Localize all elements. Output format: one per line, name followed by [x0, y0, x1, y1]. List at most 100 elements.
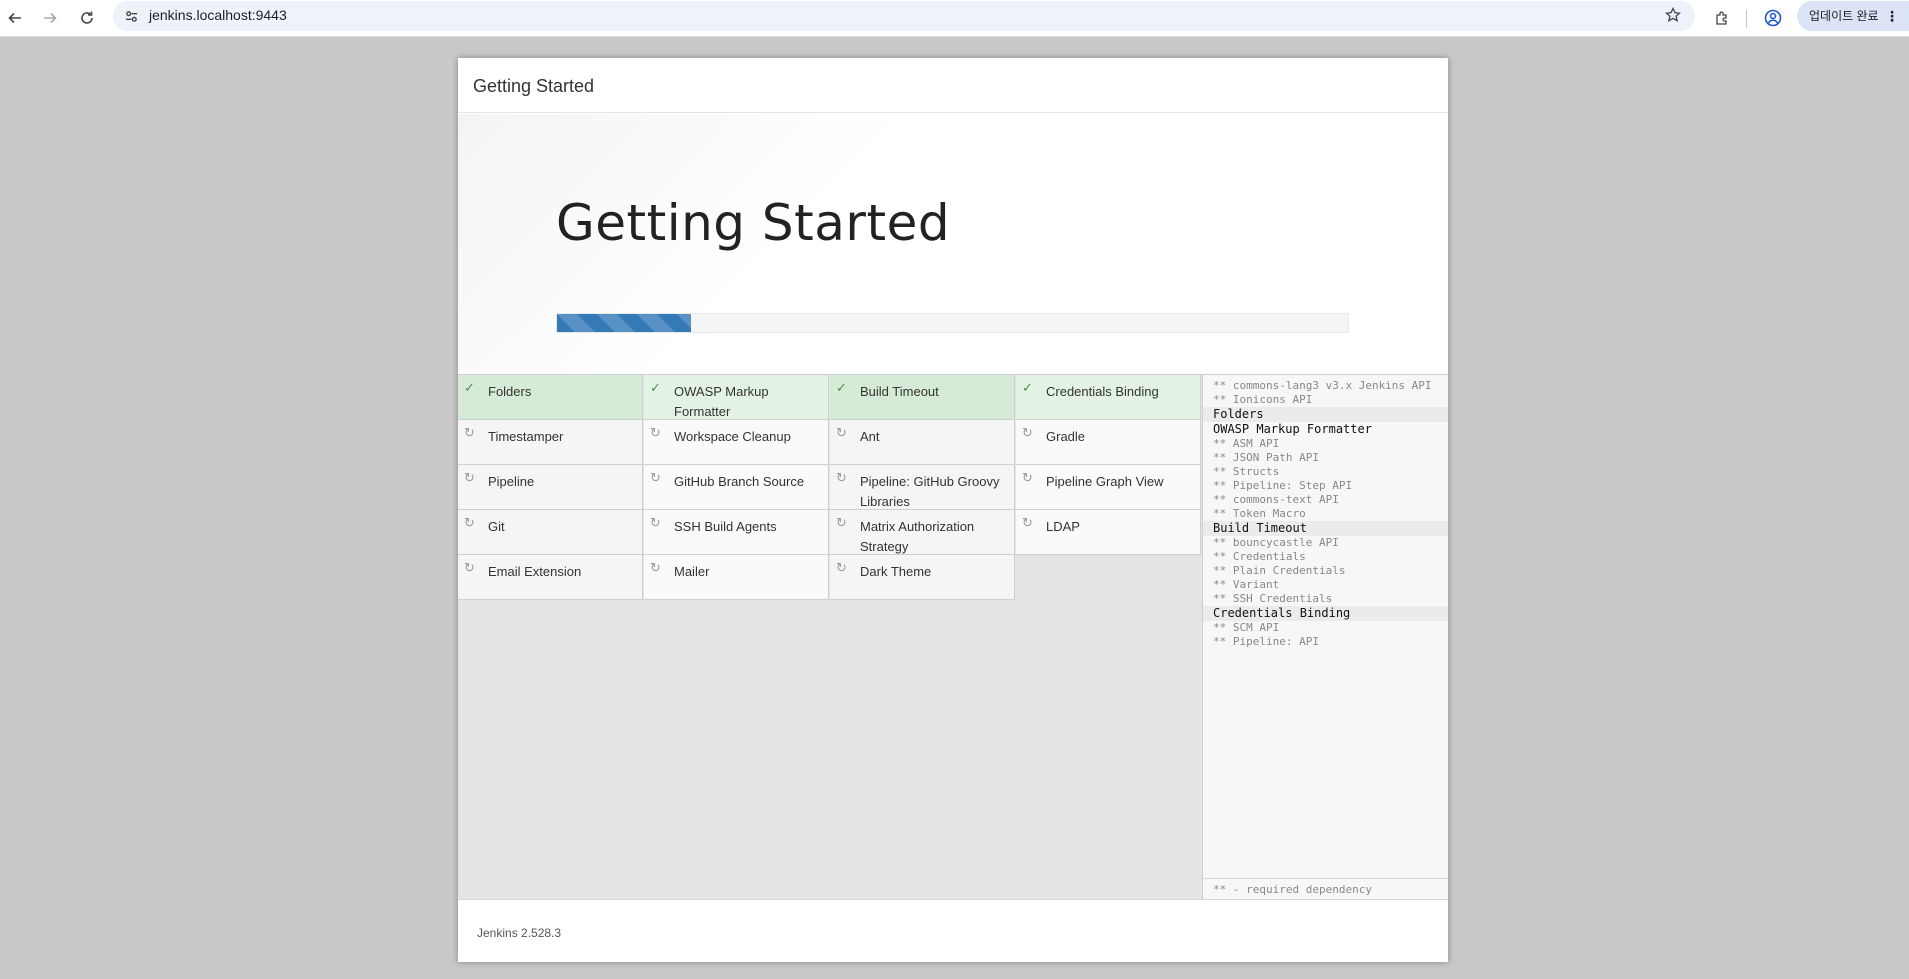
progress-bar — [556, 313, 1349, 333]
spinner-icon: ↻ — [836, 560, 847, 575]
log-dependency-line: ** SCM API — [1213, 621, 1280, 634]
url-text[interactable]: jenkins.localhost:9443 — [149, 7, 287, 23]
spinner-icon: ↻ — [836, 425, 847, 440]
plugin-name: Credentials Binding — [1046, 384, 1159, 399]
plugin-item: ↻ Workspace Cleanup — [644, 420, 829, 465]
plugin-name: Pipeline — [488, 474, 535, 489]
install-log-panel: ** commons-lang3 v3.x Jenkins API ** Ioni… — [1202, 375, 1448, 900]
plugin-name: GitHub Branch Source — [674, 474, 805, 489]
plugin-name: Mailer — [674, 564, 710, 579]
more-icon[interactable]: ⋮ — [1885, 1, 1899, 31]
plugin-item: ↻ LDAP — [1016, 510, 1201, 555]
plugin-name: Pipeline: GitHub Groovy Libraries — [860, 474, 1000, 509]
log-dependency-line: ** SSH Credentials — [1213, 592, 1333, 605]
plugin-name: Pipeline Graph View — [1046, 474, 1164, 489]
plugin-item: ↻ Pipeline Graph View — [1016, 465, 1201, 510]
log-dependency-line: ** bouncycastle API — [1213, 536, 1339, 549]
spinner-icon: ↻ — [464, 425, 475, 440]
spinner-icon: ↻ — [836, 470, 847, 485]
plugin-name: Matrix Authorization Strategy — [860, 519, 975, 554]
plugin-name: Workspace Cleanup — [674, 429, 791, 444]
log-dependency-line: ** Pipeline: Step API — [1213, 479, 1353, 492]
log-dependency-line: ** Token Macro — [1213, 507, 1306, 520]
checkmark-icon: ✓ — [464, 380, 475, 395]
log-plugin-line: OWASP Markup Formatter — [1213, 422, 1372, 436]
plugin-name: SSH Build Agents — [674, 519, 777, 534]
spinner-icon: ↻ — [650, 515, 661, 530]
spinner-icon: ↻ — [464, 560, 475, 575]
plugin-name: Folders — [488, 384, 532, 399]
log-plugin-line: Folders — [1203, 407, 1448, 422]
forward-arrow-icon[interactable] — [37, 5, 63, 31]
plugin-item: ↻ Pipeline: GitHub Groovy Libraries — [830, 465, 1015, 510]
plugin-item: ↻ Timestamper — [458, 420, 643, 465]
spinner-icon: ↻ — [464, 515, 475, 530]
plugin-name: Email Extension — [488, 564, 582, 579]
plugin-name: LDAP — [1046, 519, 1080, 534]
log-dependency-line: ** JSON Path API — [1213, 451, 1319, 464]
reload-icon[interactable] — [74, 5, 100, 31]
jenkins-version: Jenkins 2.528.3 — [477, 926, 562, 940]
log-dependency-line: ** Credentials — [1213, 550, 1306, 563]
plugin-item: ↻ Dark Theme — [830, 555, 1015, 600]
plugin-item: ↻ Gradle — [1016, 420, 1201, 465]
update-button-label: 업데이트 완료 — [1809, 9, 1879, 23]
plugin-item: ✓ Folders — [458, 375, 643, 420]
plugin-item: ✓ Build Timeout — [830, 375, 1015, 420]
spinner-icon: ↻ — [650, 470, 661, 485]
progress-bar-fill — [557, 314, 692, 332]
log-plugin-line: Build Timeout — [1203, 521, 1448, 536]
spinner-icon: ↻ — [650, 560, 661, 575]
checkmark-icon: ✓ — [1022, 380, 1033, 395]
toolbar-divider — [1746, 10, 1747, 28]
log-dependency-line: ** Structs — [1213, 465, 1280, 478]
plugin-name: Ant — [860, 429, 880, 444]
plugin-item: ↻ Mailer — [644, 555, 829, 600]
plugin-item: ↻ Email Extension — [458, 555, 643, 600]
plugin-grid: ✓ Folders ✓ OWASP Markup Formatter ✓ Build Ti… — [458, 375, 1202, 900]
spinner-icon: ↻ — [1022, 470, 1033, 485]
plugin-item: ↻ SSH Build Agents — [644, 510, 829, 555]
dialog-footer: Jenkins 2.528.3 — [458, 899, 1448, 962]
plugin-item: ✓ Credentials Binding — [1016, 375, 1201, 420]
log-dependency-line: ** commons-text API — [1213, 493, 1339, 506]
plugin-name: Git — [488, 519, 505, 534]
log-dependency-line: ** commons-lang3 v3.x Jenkins API — [1213, 379, 1432, 392]
spinner-icon: ↻ — [650, 425, 661, 440]
plugin-name: OWASP Markup Formatter — [674, 384, 769, 419]
browser-toolbar: jenkins.localhost:9443 업데이트 완료 ⋮ — [0, 0, 1909, 37]
plugin-item: ↻ Matrix Authorization Strategy — [830, 510, 1015, 555]
dialog-header: Getting Started — [458, 58, 1448, 113]
checkmark-icon: ✓ — [650, 380, 661, 395]
log-footer: ** - required dependency — [1203, 878, 1448, 900]
checkmark-icon: ✓ — [836, 380, 847, 395]
plugin-item: ↻ GitHub Branch Source — [644, 465, 829, 510]
log-dependency-line: ** Pipeline: API — [1213, 635, 1319, 648]
plugin-item: ↻ Pipeline — [458, 465, 643, 510]
star-icon[interactable] — [1664, 6, 1683, 25]
plugin-install-area: ✓ Folders ✓ OWASP Markup Formatter ✓ Build Ti… — [458, 374, 1448, 900]
spinner-icon: ↻ — [1022, 515, 1033, 530]
log-dependency-line: ** Ionicons API — [1213, 393, 1313, 406]
plugin-name: Gradle — [1046, 429, 1086, 444]
hero-title: Getting Started — [556, 194, 951, 252]
log-dependency-line: ** Plain Credentials — [1213, 564, 1346, 577]
log-plugin-line: Credentials Binding — [1203, 606, 1448, 621]
plugin-item: ✓ OWASP Markup Formatter — [644, 375, 829, 420]
plugin-item: ↻ Git — [458, 510, 643, 555]
spinner-icon: ↻ — [464, 470, 475, 485]
plugin-name: Dark Theme — [860, 564, 932, 579]
setup-wizard-dialog: Getting Started Getting Started ✓ Folders… — [458, 58, 1448, 962]
profile-icon[interactable] — [1760, 5, 1786, 31]
update-button[interactable]: 업데이트 완료 ⋮ — [1797, 1, 1909, 31]
log-dependency-line: ** Variant — [1213, 578, 1280, 591]
address-bar[interactable]: jenkins.localhost:9443 — [113, 1, 1695, 31]
back-arrow-icon[interactable] — [2, 5, 28, 31]
plugin-name: Timestamper — [488, 429, 564, 444]
log-dependency-line: ** ASM API — [1213, 437, 1280, 450]
spinner-icon: ↻ — [1022, 425, 1033, 440]
spinner-icon: ↻ — [836, 515, 847, 530]
install-log: ** commons-lang3 v3.x Jenkins API ** Ioni… — [1203, 379, 1448, 649]
extensions-icon[interactable] — [1709, 5, 1735, 31]
site-info-icon[interactable] — [122, 7, 140, 25]
